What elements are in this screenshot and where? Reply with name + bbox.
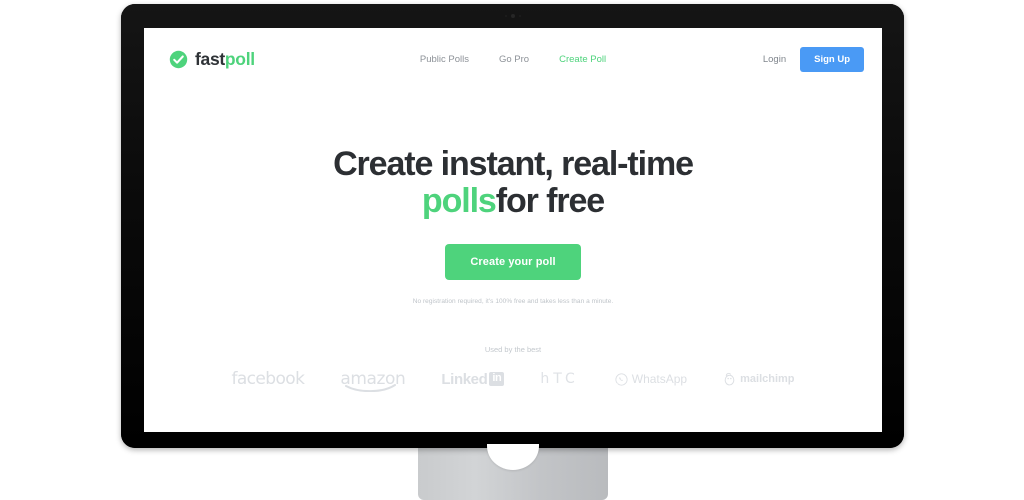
screenshot-stage: fastpoll Public Polls Go Pro Create Poll… — [0, 0, 1024, 500]
main-nav: Public Polls Go Pro Create Poll — [420, 54, 606, 65]
signup-button[interactable]: Sign Up — [800, 46, 864, 72]
hero-section: Create instant, real-time polls for free… — [144, 145, 882, 306]
indicator-dot — [518, 14, 521, 17]
screen-viewport: fastpoll Public Polls Go Pro Create Poll… — [144, 28, 882, 432]
cta-note: No registration required, it's 100% free… — [412, 298, 614, 306]
nav-item-public-polls[interactable]: Public Polls — [420, 54, 469, 65]
create-poll-button[interactable]: Create your poll — [445, 244, 581, 281]
header-actions: Login Sign Up — [763, 46, 864, 72]
webcam-icon — [496, 13, 530, 18]
amazon-swoosh-icon — [345, 384, 397, 392]
login-link[interactable]: Login — [763, 54, 786, 65]
check-circle-icon — [169, 50, 188, 68]
brand-logo-row: facebook amazon Linked in hTC WhatsApp m… — [144, 369, 882, 392]
logo-text-accent: poll — [224, 48, 255, 69]
hero-title-line2: for free — [495, 181, 605, 220]
htc-logo: hTC — [540, 371, 579, 387]
facebook-logo: facebook — [231, 369, 305, 389]
mailchimp-icon — [724, 372, 735, 386]
page-title: Create instant, real-time polls for free — [144, 145, 882, 220]
whatsapp-wordmark: WhatsApp — [631, 372, 688, 386]
hero-title-accent: polls — [421, 181, 497, 220]
whatsapp-logo: WhatsApp — [615, 372, 687, 386]
nav-item-create-poll[interactable]: Create Poll — [559, 54, 606, 65]
linkedin-in-badge: in — [489, 372, 505, 386]
social-proof-section: Used by the best facebook amazon Linked … — [144, 345, 882, 392]
nav-item-go-pro[interactable]: Go Pro — [499, 54, 529, 65]
hero-title-line1: Create instant, real-time — [333, 145, 694, 183]
mailchimp-logo: mailchimp — [723, 372, 795, 386]
cta-container: Create your poll — [144, 244, 882, 281]
logo-link[interactable]: fastpoll — [169, 49, 255, 70]
camera-lens-dot — [510, 13, 515, 18]
linkedin-logo: Linked in — [441, 370, 505, 388]
logo-text-primary: fast — [195, 48, 225, 69]
monitor-frame: fastpoll Public Polls Go Pro Create Poll… — [121, 4, 904, 448]
sensor-dot — [504, 14, 507, 17]
logo-text: fastpoll — [195, 49, 255, 70]
mailchimp-wordmark: mailchimp — [740, 373, 795, 385]
whatsapp-icon — [615, 372, 628, 386]
site-header: fastpoll Public Polls Go Pro Create Poll… — [144, 28, 882, 90]
linkedin-wordmark: Linked — [441, 370, 488, 388]
social-proof-label: Used by the best — [484, 345, 542, 354]
amazon-logo: amazon — [340, 369, 406, 392]
